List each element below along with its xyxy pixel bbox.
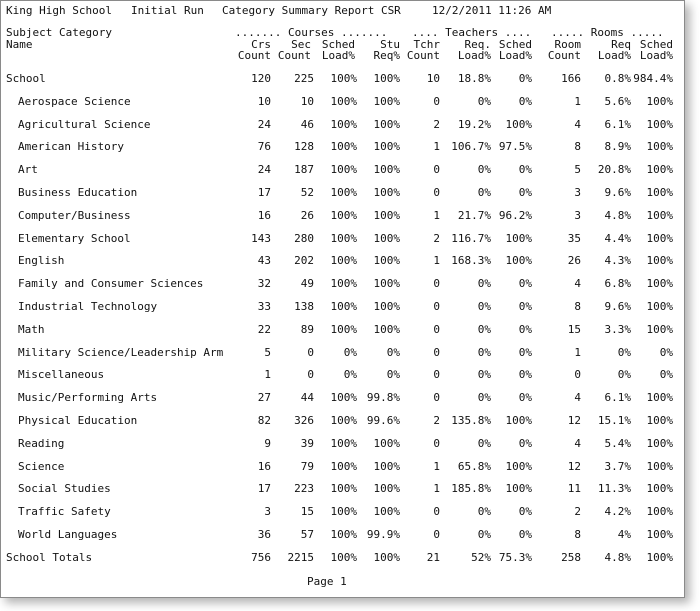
row-16-category: Reading bbox=[18, 437, 65, 450]
row-11-category: Math bbox=[18, 323, 45, 336]
row-15-cell-10: 100% bbox=[646, 414, 674, 427]
teacher-sched-header-2: Load% bbox=[498, 49, 532, 62]
row-0-cell-10: 984.4% bbox=[633, 72, 673, 85]
row-10-cell-10: 100% bbox=[646, 300, 674, 313]
row-16-cell-10: 100% bbox=[646, 437, 674, 450]
report-title: Category Summary Report CSR bbox=[222, 4, 401, 17]
row-17-category: Science bbox=[18, 460, 65, 473]
sched-header-2: Load% bbox=[321, 49, 355, 62]
row-19-cell-10: 100% bbox=[646, 505, 674, 518]
row-21-category: School Totals bbox=[6, 551, 93, 564]
row-8-category: English bbox=[18, 254, 65, 267]
row-18-category: Social Studies bbox=[18, 482, 111, 495]
row-1-category: Aerospace Science bbox=[18, 95, 131, 108]
row-0-category: School bbox=[6, 72, 46, 85]
row-5-category: Business Education bbox=[18, 186, 138, 199]
row-6-cell-10: 100% bbox=[646, 209, 674, 222]
report-date: 12/2/2011 11:26 AM bbox=[432, 4, 552, 17]
row-21-cell-10: 100% bbox=[646, 551, 674, 564]
room-header-2: Count bbox=[547, 49, 581, 62]
row-18-cell-10: 100% bbox=[646, 482, 674, 495]
row-7-cell-10: 100% bbox=[646, 232, 674, 245]
row-19-category: Traffic Safety bbox=[18, 505, 111, 518]
room-sched-header-2: Load% bbox=[639, 49, 673, 62]
sec-header-2: Count bbox=[277, 49, 311, 62]
row-7-category: Elementary School bbox=[18, 232, 131, 245]
row-5-cell-10: 100% bbox=[646, 186, 674, 199]
row-3-cell-10: 100% bbox=[646, 140, 674, 153]
row-17-cell-10: 100% bbox=[646, 460, 674, 473]
row-15-category: Physical Education bbox=[18, 414, 138, 427]
row-20-cell-10: 100% bbox=[646, 528, 674, 541]
report-run: Initial Run bbox=[131, 4, 204, 17]
name-header: Name bbox=[6, 38, 33, 51]
row-12-category: Military Science/Leadership Arm bbox=[18, 346, 224, 359]
row-10-category: Industrial Technology bbox=[18, 300, 158, 313]
row-12-cell-10: 0% bbox=[659, 346, 673, 359]
row-13-category: Miscellaneous bbox=[18, 368, 105, 381]
row-4-category: Art bbox=[18, 163, 38, 176]
row-9-category: Family and Consumer Sciences bbox=[18, 277, 204, 290]
row-20-category: World Languages bbox=[18, 528, 118, 541]
row-13-cell-10: 0% bbox=[659, 368, 673, 381]
row-14-cell-10: 100% bbox=[646, 391, 674, 404]
report-page: King High School Initial Run Category Su… bbox=[0, 0, 685, 598]
tchr-header-2: Count bbox=[406, 49, 440, 62]
row-3-category: American History bbox=[18, 140, 124, 153]
row-14-category: Music/Performing Arts bbox=[18, 391, 158, 404]
row-6-category: Computer/Business bbox=[18, 209, 131, 222]
row-9-cell-10: 100% bbox=[646, 277, 674, 290]
report-school: King High School bbox=[6, 4, 112, 17]
row-4-cell-10: 100% bbox=[646, 163, 674, 176]
row-2-cell-10: 100% bbox=[646, 118, 674, 131]
row-11-cell-10: 100% bbox=[646, 323, 674, 336]
row-8-cell-10: 100% bbox=[646, 254, 674, 267]
page-number: Page 1 bbox=[307, 575, 347, 588]
row-1-cell-10: 100% bbox=[646, 95, 674, 108]
row-2-category: Agricultural Science bbox=[18, 118, 151, 131]
